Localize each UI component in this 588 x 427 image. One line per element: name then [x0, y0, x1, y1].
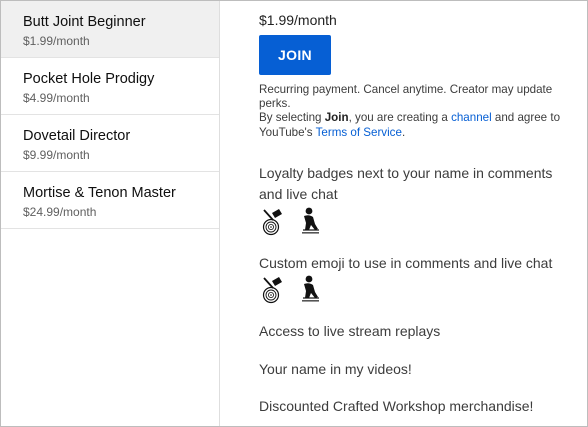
tier-price: $4.99/month — [23, 91, 90, 105]
tier-name: Butt Joint Beginner — [23, 14, 146, 30]
custom-emoji-row — [259, 274, 323, 304]
tier-list: Butt Joint Beginner $1.99/month Pocket H… — [1, 1, 220, 426]
selected-tier-price: $1.99/month — [259, 12, 337, 28]
perk-discounted-merch: Discounted Crafted Workshop merchandise! — [259, 398, 534, 414]
terms-of-service-link[interactable]: Terms of Service — [316, 126, 402, 139]
recurring-payment-note: Recurring payment. Cancel anytime. Creat… — [259, 83, 553, 111]
axe-log-badge-icon — [259, 206, 285, 236]
tier-name: Mortise & Tenon Master — [23, 185, 176, 201]
tier-mortise-tenon-master[interactable]: Mortise & Tenon Master $24.99/month — [1, 172, 219, 229]
tier-dovetail-director[interactable]: Dovetail Director $9.99/month — [1, 115, 219, 172]
terms-agreement: By selecting Join, you are creating a ch… — [259, 111, 581, 139]
terms-text: By selecting — [259, 111, 325, 125]
join-button[interactable]: JOIN — [259, 35, 331, 75]
terms-text: , you are creating a — [348, 111, 452, 125]
tier-name: Dovetail Director — [23, 128, 131, 144]
tier-name: Pocket Hole Prodigy — [23, 71, 155, 87]
perk-loyalty-badges: Loyalty badges next to your name in comm… — [259, 165, 553, 202]
tier-price: $9.99/month — [23, 148, 90, 162]
crouching-figure-badge-icon — [297, 206, 323, 236]
membership-panel: Butt Joint Beginner $1.99/month Pocket H… — [0, 0, 588, 427]
tier-pocket-hole-prodigy[interactable]: Pocket Hole Prodigy $4.99/month — [1, 58, 219, 115]
tier-butt-joint-beginner[interactable]: Butt Joint Beginner $1.99/month — [1, 1, 219, 58]
loyalty-badge-row — [259, 206, 323, 236]
perk-custom-emoji: Custom emoji to use in comments and live… — [259, 255, 553, 271]
join-word: Join — [324, 111, 349, 125]
tier-price: $24.99/month — [23, 205, 97, 219]
axe-log-badge-icon — [259, 274, 285, 304]
crouching-figure-badge-icon — [297, 274, 323, 304]
tier-price: $1.99/month — [23, 34, 90, 48]
perk-name-in-videos: Your name in my videos! — [259, 361, 412, 377]
fine-print: Recurring payment. Cancel anytime. Creat… — [259, 83, 581, 140]
terms-text: . — [401, 125, 406, 139]
channel-link[interactable]: channel — [451, 111, 492, 124]
perk-live-stream-replays: Access to live stream replays — [259, 323, 441, 339]
